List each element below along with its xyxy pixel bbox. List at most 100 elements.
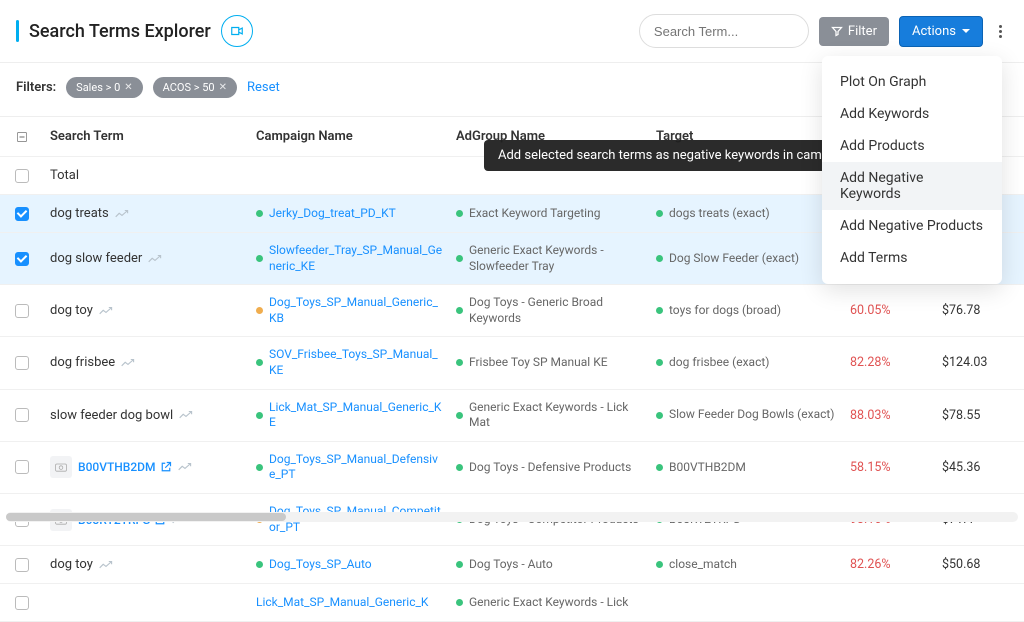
acos-value: 58.15% bbox=[844, 458, 936, 477]
campaign-link[interactable]: SOV_Frisbee_Toys_SP_Manual_KE bbox=[269, 347, 444, 378]
actions-menu-item[interactable]: Add Terms bbox=[822, 242, 1002, 274]
col-search-term[interactable]: Search Term bbox=[44, 127, 250, 146]
total-label: Total bbox=[44, 166, 250, 185]
campaign-link[interactable]: Slowfeeder_Tray_SP_Manual_Generic_KE bbox=[269, 243, 444, 274]
search-term-text: dog slow feeder bbox=[50, 251, 142, 266]
spend-value: $45.36 bbox=[936, 458, 1024, 477]
status-dot bbox=[456, 210, 463, 217]
spend-value bbox=[936, 601, 1024, 605]
spend-value: $50.68 bbox=[936, 555, 1024, 574]
filters-label: Filters: bbox=[16, 80, 56, 95]
trend-up-icon bbox=[99, 560, 113, 570]
horizontal-scrollbar-track[interactable] bbox=[6, 512, 1018, 522]
asin-link[interactable]: B00VTHB2DM bbox=[78, 460, 172, 474]
target-text: Dog Slow Feeder (exact) bbox=[669, 251, 799, 267]
campaign-link[interactable]: Dog_Toys_SP_Manual_Generic_KB bbox=[269, 295, 444, 326]
search-box[interactable] bbox=[639, 14, 809, 48]
actions-menu-item[interactable]: Add Negative Keywords bbox=[822, 162, 1002, 210]
table-row[interactable]: slow feeder dog bowl Lick_Mat_SP_Manual_… bbox=[0, 390, 1024, 442]
filter-button[interactable]: Filter bbox=[819, 17, 889, 46]
status-dot bbox=[256, 359, 263, 366]
status-dot bbox=[256, 255, 263, 262]
row-checkbox[interactable] bbox=[15, 252, 29, 266]
target-text: Slow Feeder Dog Bowls (exact) bbox=[669, 407, 835, 423]
target-text: dog frisbee (exact) bbox=[669, 355, 769, 371]
acos-value: 88.03% bbox=[844, 406, 936, 425]
close-icon[interactable]: ✕ bbox=[124, 82, 132, 93]
spend-value: $124.03 bbox=[936, 353, 1024, 372]
status-dot bbox=[456, 561, 463, 568]
horizontal-scrollbar-thumb[interactable] bbox=[6, 513, 286, 521]
search-term-text: dog toy bbox=[50, 303, 93, 318]
status-dot bbox=[656, 561, 663, 568]
close-icon[interactable]: ✕ bbox=[219, 82, 227, 93]
adgroup-text: Generic Exact Keywords - Slowfeeder Tray bbox=[469, 243, 644, 274]
filter-chip-sales[interactable]: Sales > 0 ✕ bbox=[66, 77, 142, 98]
campaign-link[interactable]: Dog_Toys_SP_Auto bbox=[269, 557, 372, 573]
adgroup-text: Frisbee Toy SP Manual KE bbox=[469, 355, 608, 371]
actions-menu-item[interactable]: Plot On Graph bbox=[822, 66, 1002, 98]
row-checkbox[interactable] bbox=[15, 460, 29, 474]
campaign-link[interactable]: Jerky_Dog_treat_PD_KT bbox=[269, 206, 396, 222]
status-dot bbox=[656, 307, 663, 314]
trend-up-icon bbox=[99, 306, 113, 316]
title-area: Search Terms Explorer bbox=[16, 15, 629, 47]
acos-value: 82.26% bbox=[844, 555, 936, 574]
row-checkbox[interactable] bbox=[15, 207, 29, 221]
minus-square-icon bbox=[17, 132, 27, 142]
video-tutorial-button[interactable] bbox=[221, 15, 253, 47]
row-checkbox[interactable] bbox=[15, 408, 29, 422]
page-title: Search Terms Explorer bbox=[29, 21, 211, 42]
spend-value: $78.55 bbox=[936, 406, 1024, 425]
status-dot bbox=[656, 412, 663, 419]
status-dot bbox=[656, 464, 663, 471]
collapse-all-button[interactable] bbox=[0, 130, 44, 144]
trend-up-icon bbox=[179, 410, 193, 420]
row-checkbox[interactable] bbox=[15, 596, 29, 610]
product-thumbnail bbox=[50, 456, 72, 478]
status-dot bbox=[656, 359, 663, 366]
adgroup-text: Dog Toys - Auto bbox=[469, 557, 553, 573]
tooltip-add-negative-keywords: Add selected search terms as negative ke… bbox=[484, 140, 874, 171]
status-dot bbox=[256, 412, 263, 419]
select-all-checkbox[interactable] bbox=[15, 169, 29, 183]
row-checkbox[interactable] bbox=[15, 356, 29, 370]
col-campaign[interactable]: Campaign Name bbox=[250, 127, 450, 146]
acos-value: 82.28% bbox=[844, 353, 936, 372]
status-dot bbox=[656, 255, 663, 262]
search-term-text: slow feeder dog bowl bbox=[50, 408, 173, 423]
status-dot bbox=[456, 412, 463, 419]
filter-chip-acos[interactable]: ACOS > 50 ✕ bbox=[153, 77, 237, 98]
target-text: dogs treats (exact) bbox=[669, 206, 770, 222]
actions-menu-item[interactable]: Add Negative Products bbox=[822, 210, 1002, 242]
target-text: B00VTHB2DM bbox=[669, 460, 746, 476]
table-row[interactable]: dog toy Dog_Toys_SP_AutoDog Toys - Autoc… bbox=[0, 546, 1024, 584]
more-menu-button[interactable] bbox=[993, 19, 1008, 44]
table-row[interactable]: B00VTHB2DM Dog_Toys_SP_Manual_Defensive_… bbox=[0, 442, 1024, 494]
campaign-link[interactable]: Dog_Toys_SP_Manual_Defensive_PT bbox=[269, 452, 444, 483]
header-bar: Search Terms Explorer Filter Actions bbox=[0, 0, 1024, 63]
actions-menu-item[interactable]: Add Keywords bbox=[822, 98, 1002, 130]
filter-chip-label: ACOS > 50 bbox=[163, 81, 215, 94]
table-row[interactable]: dog frisbee SOV_Frisbee_Toys_SP_Manual_K… bbox=[0, 337, 1024, 389]
row-checkbox[interactable] bbox=[15, 304, 29, 318]
trend-up-icon bbox=[121, 358, 135, 368]
actions-menu-item[interactable]: Add Products bbox=[822, 130, 1002, 162]
status-dot bbox=[456, 599, 463, 606]
table-row[interactable]: Lick_Mat_SP_Manual_Generic_K Generic Exac… bbox=[0, 584, 1024, 622]
search-input[interactable] bbox=[654, 24, 830, 39]
table-row[interactable]: dog toy Dog_Toys_SP_Manual_Generic_KBDog… bbox=[0, 285, 1024, 337]
trend-up-icon bbox=[148, 254, 162, 264]
status-dot bbox=[456, 464, 463, 471]
campaign-link[interactable]: Lick_Mat_SP_Manual_Generic_KE bbox=[269, 400, 444, 431]
adgroup-text: Generic Exact Keywords - Lick bbox=[469, 595, 628, 611]
search-term-text: dog frisbee bbox=[50, 355, 115, 370]
row-checkbox[interactable] bbox=[15, 558, 29, 572]
campaign-link[interactable]: Lick_Mat_SP_Manual_Generic_K bbox=[256, 595, 428, 611]
reset-link[interactable]: Reset bbox=[247, 80, 280, 95]
filter-icon bbox=[831, 25, 843, 37]
actions-button[interactable]: Actions bbox=[899, 16, 983, 47]
acos-value: 60.05% bbox=[844, 301, 936, 320]
caret-down-icon bbox=[962, 29, 970, 33]
status-dot bbox=[256, 464, 263, 471]
